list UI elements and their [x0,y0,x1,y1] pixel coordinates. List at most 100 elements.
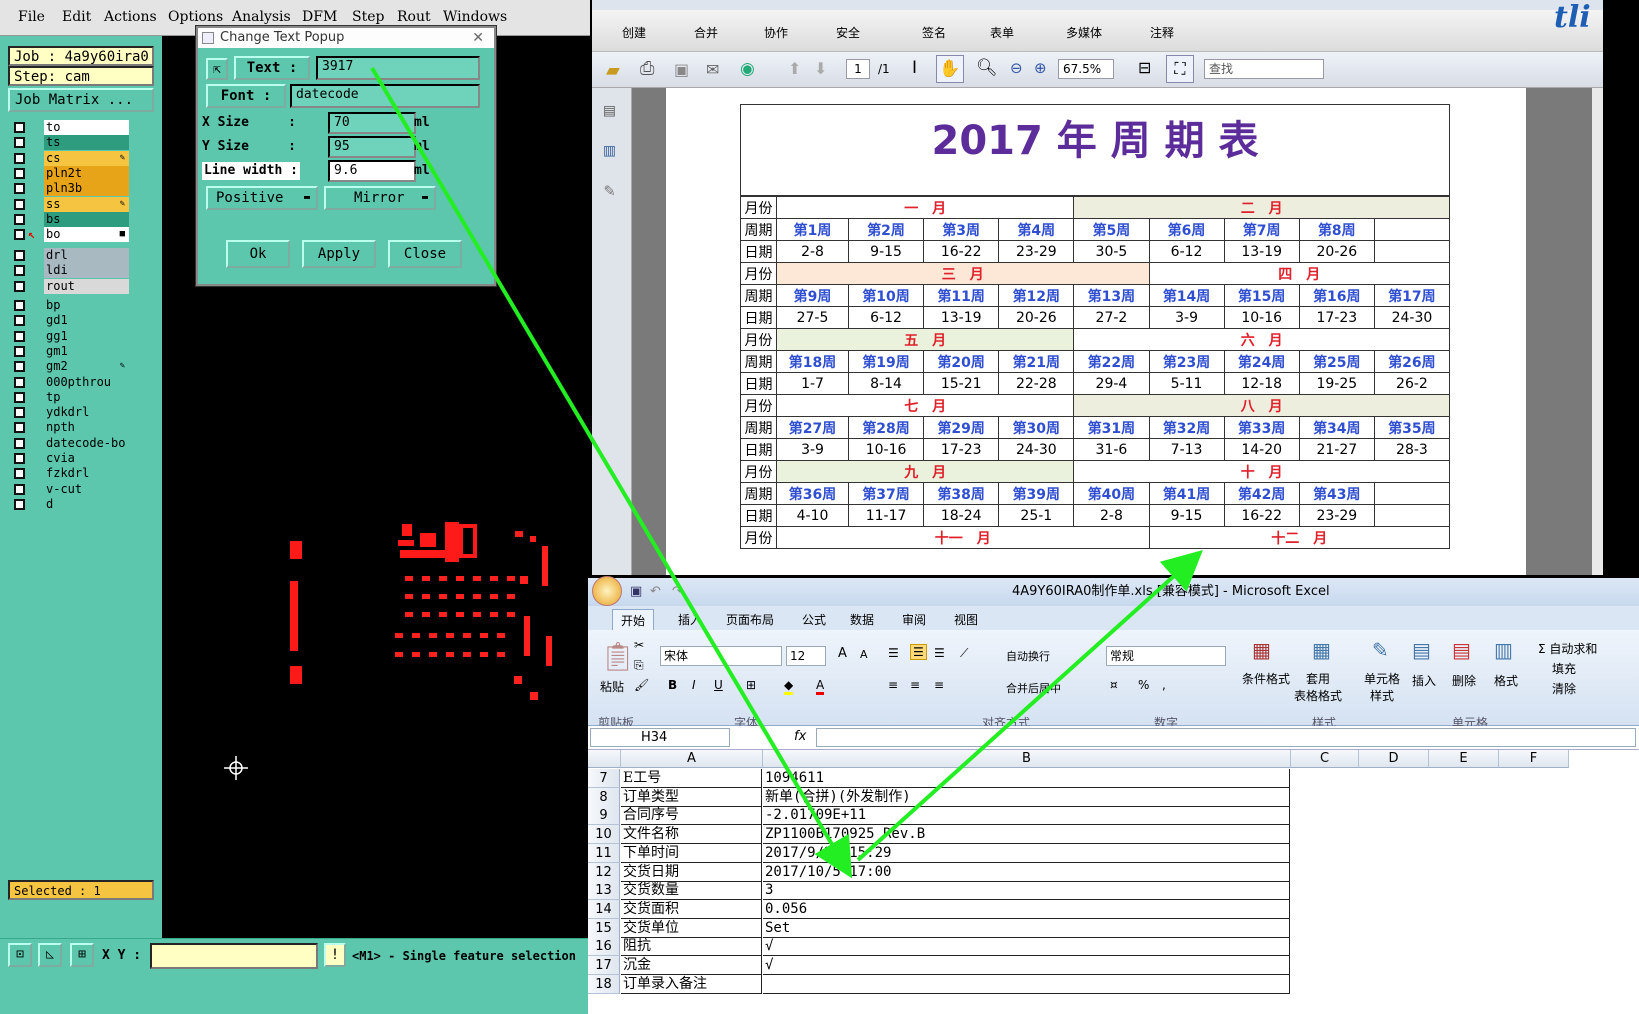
pages-panel-icon[interactable]: ▤ [604,100,615,121]
layer-checkbox[interactable] [14,229,25,241]
layer-row[interactable]: ss ✎ [12,196,130,212]
fit-page-icon[interactable]: ⊟ [1138,58,1151,77]
layer-name[interactable]: pln2t [44,165,129,181]
pdf-toolbar-2[interactable]: 协作 [764,24,788,41]
layer-row[interactable]: ldi [12,263,130,279]
layer-checkbox[interactable] [14,498,25,510]
layer-name[interactable]: ydkdrl [44,405,129,421]
layer-row[interactable]: ydkdrl [12,405,130,421]
layer-checkbox[interactable] [14,407,25,419]
row-header[interactable]: 16 [588,937,620,957]
layer-checkbox[interactable] [14,152,25,164]
close-icon[interactable]: ✕ [472,28,484,48]
ribbon-tab-6[interactable]: 视图 [954,611,978,628]
format-cells-label[interactable]: 格式 [1494,672,1518,689]
column-header[interactable]: D [1359,750,1429,768]
copy-icon[interactable]: ⎘ [634,658,644,673]
open-folder-icon[interactable]: ▰ [606,60,620,81]
layer-checkbox[interactable] [14,122,25,133]
layer-checkbox[interactable] [14,376,25,388]
zoom-level-select[interactable]: 67.5% [1058,59,1114,79]
shrink-font-icon[interactable]: A [860,648,868,661]
cell-a[interactable]: 交货日期 [621,862,762,882]
row-header[interactable]: 14 [588,899,620,919]
xsize-input[interactable]: 70 [328,112,416,134]
font-color-icon[interactable]: A [816,678,825,695]
layer-checkbox[interactable] [14,453,25,464]
layer-name[interactable]: 000pthrou [44,374,129,390]
pdf-toolbar-3[interactable]: 安全 [836,24,860,41]
alert-icon[interactable]: ! [324,943,346,967]
row-header[interactable]: 12 [588,862,620,882]
font-name-select[interactable]: 宋体 [660,646,782,666]
cell-b[interactable] [763,974,1290,994]
layer-name[interactable]: ldi [44,263,129,279]
print-icon[interactable]: ⎙ [640,58,654,79]
layer-row[interactable]: cvia [12,451,130,466]
save-icon[interactable]: ▣ [674,60,689,79]
cell-a[interactable]: E工号 [621,769,762,788]
layer-row[interactable]: d [12,496,130,512]
grow-font-icon[interactable]: A [838,646,847,661]
qat-redo-icon[interactable]: ↷ [672,578,683,606]
row-header[interactable]: 10 [588,825,620,845]
layer-name[interactable]: drl [44,248,129,263]
column-header[interactable]: F [1499,750,1569,768]
qat-undo-icon[interactable]: ↶ [650,578,661,606]
zoom-out-icon[interactable]: ⊖ [1010,59,1023,77]
menu-edit[interactable]: Edit [62,9,91,25]
layer-checkbox[interactable] [14,198,25,210]
row-header[interactable]: 13 [588,881,620,901]
ribbon-tab-1[interactable]: 插入 [678,611,702,628]
format-cells-icon[interactable]: ▥ [1494,638,1513,662]
paste-icon[interactable]: 📋︎ [600,640,636,673]
layer-row[interactable]: 000pthrou [12,374,130,390]
select-all-corner[interactable] [588,750,621,768]
insert-cells-label[interactable]: 插入 [1412,672,1436,689]
layer-row[interactable]: gm1 [12,343,130,359]
text-label-button[interactable]: Text : [234,56,310,80]
next-page-icon[interactable]: ⬇ [814,59,827,78]
pdf-document-view[interactable]: 2017 年 周 期 表 月份一 月二 月周期 第1周 第2周 第3周 第4周 第5周 第6… [632,88,1592,575]
layer-name[interactable]: gm2 ✎ [44,359,129,375]
layer-row[interactable]: pln3b [12,181,130,197]
layer-name[interactable]: bo ■ [44,227,129,243]
layer-row[interactable]: datecode-bo [12,435,130,451]
italic-icon[interactable]: I [692,678,696,692]
layer-row[interactable]: cs ✎ [12,150,130,166]
cell-a[interactable]: 交货单位 [621,918,762,938]
linewidth-input[interactable]: 9.6 [328,160,416,182]
layer-name[interactable]: ss ✎ [44,196,129,212]
layer-checkbox[interactable] [14,468,25,480]
row-header[interactable]: 15 [588,918,620,938]
measure-icon[interactable]: ◺ [38,943,62,967]
layer-row[interactable]: tp [12,389,130,405]
layer-row[interactable]: gd1 [12,313,130,329]
spreadsheet-grid[interactable]: A B C D E F 7 E工号 1094611 8 订单类型 新单(合拼)(外发制作) 9 合同序号 -… [588,750,1639,1014]
layer-name[interactable]: cvia [44,451,129,466]
menu-file[interactable]: File [18,9,45,25]
layer-name[interactable]: fzkdrl [44,466,129,482]
conditional-format-icon[interactable]: ▦ [1252,638,1271,662]
conditional-format-label[interactable]: 条件格式 [1242,670,1290,687]
layer-row[interactable]: drl [12,248,130,263]
pdf-toolbar-1[interactable]: 合并 [694,24,718,41]
wrap-text-button[interactable]: 自动换行 [1006,648,1050,664]
job-matrix-button[interactable]: Job Matrix ... [8,88,154,112]
layer-name[interactable]: gm1 [44,343,129,359]
layer-checkbox[interactable] [14,315,25,327]
cell-style-label[interactable]: 单元格 样式 [1364,670,1400,704]
email-icon[interactable]: ✉ [706,60,719,79]
layer-name[interactable]: v-cut [44,481,129,497]
ok-button[interactable]: Ok [226,240,290,268]
layer-name[interactable]: gd1 [44,313,129,329]
cell-b[interactable]: 新单(合拼)(外发制作) [763,787,1290,807]
layer-row[interactable]: gm2 ✎ [12,359,130,375]
office-button-icon[interactable] [592,576,622,606]
underline-icon[interactable]: U [714,678,723,692]
cell-a[interactable]: 订单录入备注 [621,974,762,994]
column-header[interactable]: A [621,750,763,768]
cell-a[interactable]: 下单时间 [621,843,762,863]
align-bottom-icon[interactable]: ☰ [934,646,945,660]
zoom-in-icon[interactable]: ⊕ [1034,59,1047,77]
